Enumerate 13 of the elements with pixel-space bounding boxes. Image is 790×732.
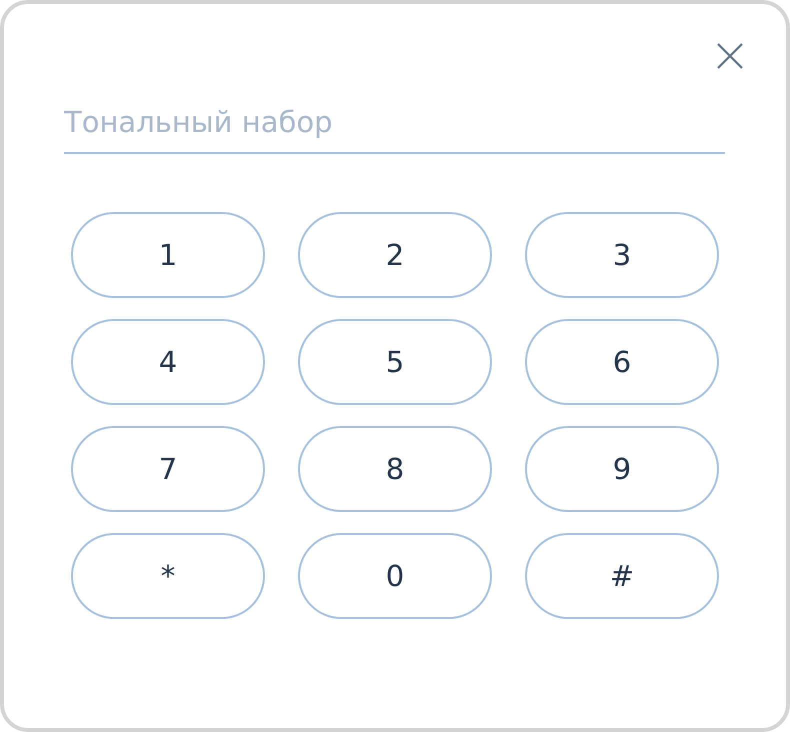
dial-key[interactable]: 6 (525, 319, 719, 405)
dial-key[interactable]: 1 (71, 212, 265, 298)
dial-key[interactable]: 7 (71, 426, 265, 512)
dial-key[interactable]: 5 (298, 319, 492, 405)
close-icon (716, 42, 744, 70)
dial-key[interactable]: # (525, 533, 719, 619)
dial-key[interactable]: * (71, 533, 265, 619)
dial-key[interactable]: 4 (71, 319, 265, 405)
dial-key[interactable]: 0 (298, 533, 492, 619)
dial-key[interactable]: 9 (525, 426, 719, 512)
dial-key[interactable]: 8 (298, 426, 492, 512)
dial-key[interactable]: 3 (525, 212, 719, 298)
dial-key[interactable]: 2 (298, 212, 492, 298)
